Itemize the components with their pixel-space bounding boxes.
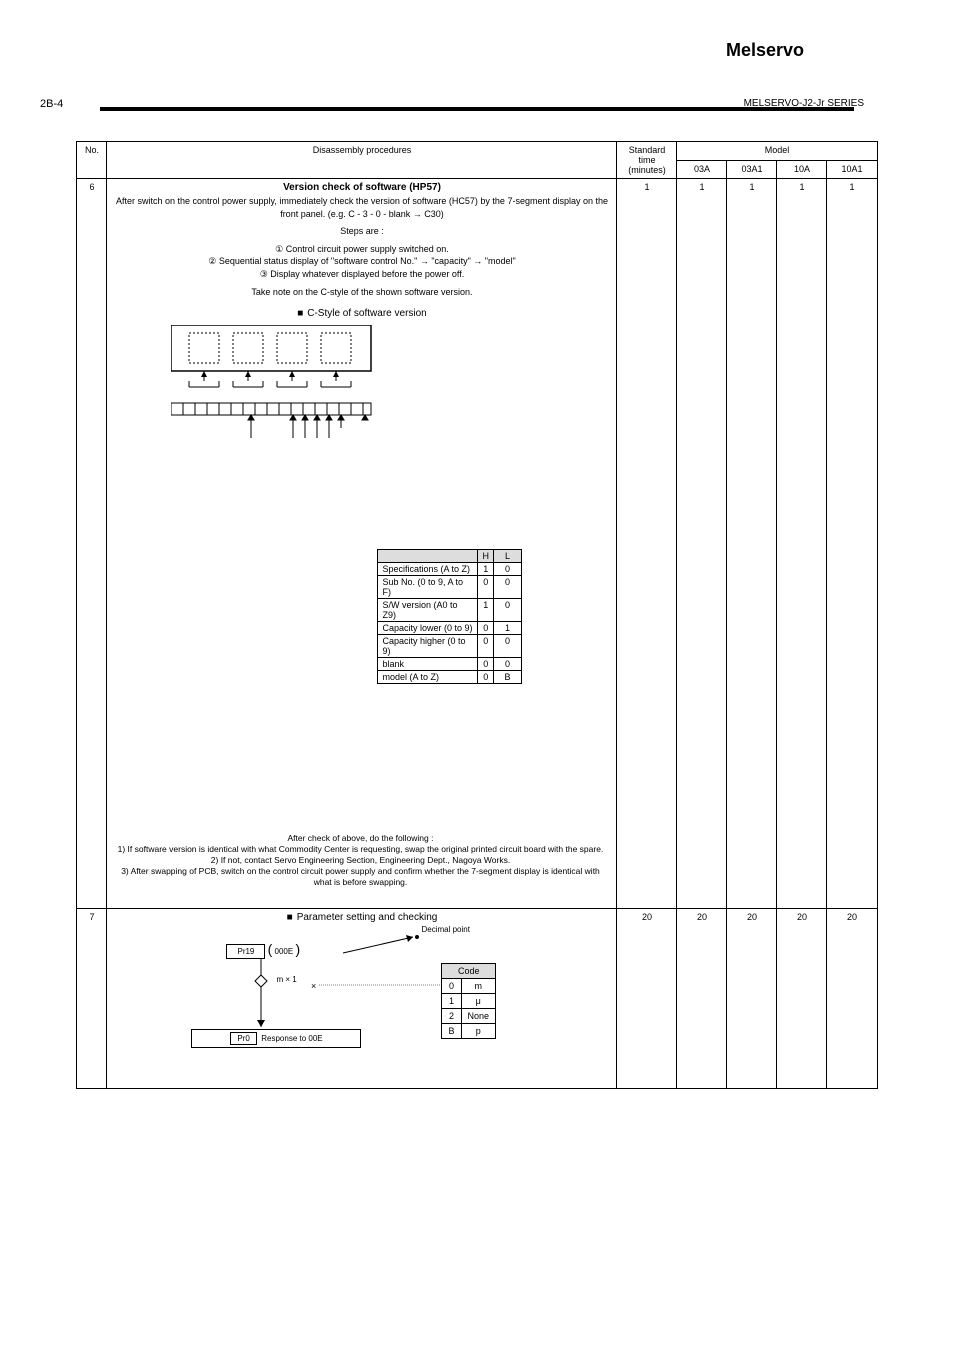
col-10a: 10A	[777, 160, 827, 179]
cell-model: 1	[827, 179, 877, 909]
cstyle-label: C-Style of software version	[111, 308, 612, 319]
page-container: Melservo 2B-4 MELSERVO-J2-Jr SERIES No. …	[0, 0, 954, 1351]
page-number: 2B-4	[40, 98, 63, 110]
proc-title: Parameter setting and checking	[111, 912, 612, 923]
seven-segment-diagram	[171, 325, 431, 445]
col-time: Standard time (minutes)	[617, 142, 677, 179]
decimal-point-label: Decimal point	[421, 925, 469, 934]
cell-model: 20	[777, 909, 827, 1089]
flow-arrows: ×	[111, 923, 471, 1083]
flow-big-text: Response to 00E	[261, 1034, 322, 1043]
cstyle-block: C-Style of software version	[111, 308, 612, 445]
seg-col-l: L	[493, 550, 521, 563]
flowchart: Pr19 ( 000E )	[111, 923, 612, 1073]
cell-time: 20	[617, 909, 677, 1089]
flow-big-box: Pr0 Response to 00E	[191, 1029, 361, 1048]
cell-proc: Version check of software (HP57) After s…	[107, 179, 617, 909]
table-row: 7 Parameter setting and checking Pr19 ( …	[77, 909, 877, 1089]
cell-model: 1	[677, 179, 727, 909]
cell-model: 20	[727, 909, 777, 1089]
table-row: 6 Version check of software (HP57) After…	[77, 179, 877, 909]
svg-text:×: ×	[311, 981, 316, 991]
cell-time: 1	[617, 179, 677, 909]
code-header: Code	[442, 964, 496, 979]
cell-no: 7	[77, 909, 107, 1089]
cell-model: 20	[827, 909, 877, 1089]
cell-model: 20	[677, 909, 727, 1089]
proc-steps: ① Control circuit power supply switched …	[111, 243, 612, 281]
procedure-table: No. Disassembly procedures Standard time…	[76, 141, 877, 1089]
proc-note: Take note on the C-style of the shown so…	[111, 286, 612, 299]
col-model: Model	[677, 142, 877, 161]
flow-box-pr0: Pr0	[230, 1032, 256, 1045]
header-section: MELSERVO-J2-Jr SERIES	[744, 98, 864, 109]
col-03a1: 03A1	[727, 160, 777, 179]
proc-steps-label: Steps are :	[111, 225, 612, 238]
cell-model: 1	[727, 179, 777, 909]
code-table: Code 0m 1μ 2None Bp	[441, 963, 496, 1039]
seg-col-h: H	[478, 550, 494, 563]
col-no: No.	[77, 142, 107, 179]
table-header: No. Disassembly procedures Standard time…	[77, 142, 877, 179]
page-title: Melservo	[60, 40, 894, 61]
cell-model: 1	[777, 179, 827, 909]
seg-col-name	[378, 550, 478, 563]
proc-title: Version check of software (HP57)	[111, 182, 612, 193]
col-10a1: 10A1	[827, 160, 877, 179]
proc-body: After switch on the control power supply…	[111, 195, 612, 220]
cell-no: 6	[77, 179, 107, 909]
cell-proc: Parameter setting and checking Pr19 ( 00…	[107, 909, 617, 1089]
flow-mx: m × 1	[276, 975, 296, 984]
col-03a: 03A	[677, 160, 727, 179]
after-check-note: After check of above, do the following :…	[115, 833, 605, 888]
col-proc: Disassembly procedures	[107, 142, 617, 179]
segment-table: H L Specifications (A to Z)10 Sub No. (0…	[377, 549, 522, 684]
header-rule	[100, 81, 854, 111]
